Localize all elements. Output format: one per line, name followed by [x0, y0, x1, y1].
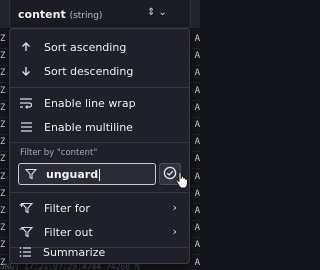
filter-out-label: Filter out [44, 225, 93, 239]
filter-for-label: Filter for [44, 201, 90, 215]
sort-ascending-item[interactable]: Sort ascending [10, 35, 189, 59]
column-type: (string) [69, 11, 103, 21]
log-table-view: content (string) ⇕⌄ ZAZAZAZAZAZAZAZAZAZA… [0, 0, 200, 270]
filter-input[interactable]: unguard [18, 163, 156, 185]
filter-row: unguard [18, 163, 184, 187]
sort-descending-item[interactable]: Sort descending [10, 59, 189, 83]
chevron-right-icon: › [172, 201, 177, 214]
summarize-label: Summarize [43, 245, 106, 259]
line-wrap-icon [18, 95, 34, 111]
row-right-cell: A [194, 137, 200, 148]
row-right-cell: A [194, 223, 200, 234]
row-right-cell: A [194, 120, 200, 130]
row-right-cell: A [194, 188, 200, 199]
text-caret [99, 168, 101, 181]
multiline-icon [18, 119, 34, 135]
arrow-down-icon [18, 63, 34, 79]
row-right-cell: A [194, 34, 200, 44]
row-right-cell: A [194, 154, 200, 165]
chevron-down-icon[interactable]: ⌄ [158, 7, 169, 18]
row-right-cell: A [194, 68, 200, 79]
row-right-cell: A [194, 102, 200, 113]
row-right-cell: A [194, 85, 200, 96]
column-header-right-stub [190, 0, 200, 28]
chevron-right-icon: › [172, 225, 177, 238]
sort-descending-label: Sort descending [44, 64, 134, 78]
column-header-controls[interactable]: ⇕⌄ [147, 7, 170, 18]
column-title[interactable]: content (string) [18, 8, 102, 21]
summarize-item[interactable]: Summarize [9, 240, 188, 264]
arrow-up-icon [18, 39, 34, 55]
filter-plus-icon [18, 200, 34, 216]
enable-line-wrap-item[interactable]: Enable line wrap [10, 91, 189, 115]
enable-multiline-item[interactable]: Enable multiline [10, 115, 189, 139]
filter-minus-icon [18, 224, 34, 240]
filter-section-label: Filter by "content" [20, 148, 98, 158]
column-header-left-stub [0, 0, 10, 28]
sort-ascending-label: Sort ascending [44, 40, 127, 54]
mouse-pointer-icon [175, 171, 189, 189]
row-right-cell: A [194, 171, 200, 182]
sort-toggle-icon[interactable]: ⇕ [147, 7, 158, 18]
menu-divider [10, 87, 189, 88]
enable-multiline-label: Enable multiline [44, 120, 133, 134]
menu-divider [10, 142, 189, 143]
column-name: content [18, 8, 66, 21]
row-right-cell: A [194, 240, 200, 251]
menu-divider [10, 192, 189, 193]
enable-line-wrap-label: Enable line wrap [44, 96, 136, 110]
filter-icon [24, 168, 38, 180]
filter-for-item[interactable]: Filter for › [10, 196, 189, 220]
filter-input-value: unguard [46, 167, 101, 181]
row-right-cell: A [194, 206, 200, 216]
summarize-list-icon [17, 244, 33, 260]
row-right-cell: A [194, 51, 200, 62]
column-header[interactable]: content (string) ⇕⌄ [0, 0, 200, 28]
column-context-menu: Sort ascending Sort descending Enable li… [9, 28, 190, 264]
